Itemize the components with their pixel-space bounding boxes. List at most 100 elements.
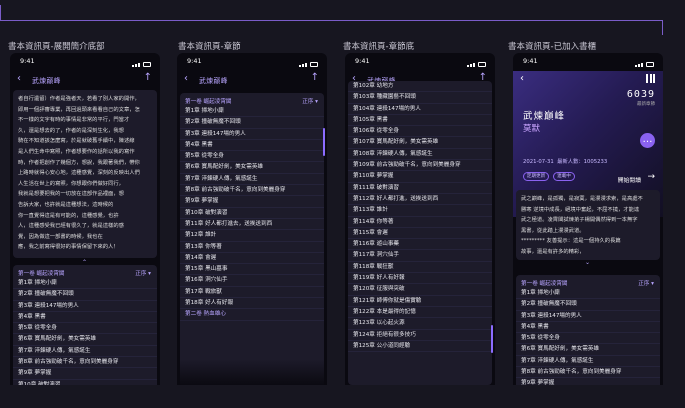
status-bar: 9:41 <box>20 57 152 67</box>
chapter-item[interactable]: 第5章 從零全身 <box>13 323 157 335</box>
share-icon[interactable]: ↑ <box>144 72 152 83</box>
chapter-item[interactable]: 第109章 前古強勁破千名，意向到美麗身穿 <box>348 160 492 172</box>
chapter-item[interactable]: 第4章 黑書 <box>516 322 660 334</box>
chapter-item[interactable]: 第17章 戰旅獸 <box>180 287 324 299</box>
chapter-item[interactable]: 第18章 好人有好報 <box>180 298 324 310</box>
chapter-item[interactable]: 第14章 會遲 <box>180 253 324 265</box>
start-reading-label[interactable]: 開始閱讀 <box>618 175 641 184</box>
chapter-item[interactable]: 第9章 夢掌握 <box>13 368 157 380</box>
chapter-item[interactable]: 第12章 誰計 <box>180 230 324 242</box>
chapter-item[interactable]: 第122章 本是最得的記憶 <box>348 307 492 319</box>
chapter-item[interactable]: 第5章 從零全身 <box>180 151 324 163</box>
intro-line: 覺，因為做這一部書的時候，我也在 <box>18 233 103 240</box>
intro-line: 你一直覺得這是有可能的，這種感覺，也許 <box>18 212 119 219</box>
chapter-item[interactable]: 第1章 掃地小廝 <box>516 288 660 300</box>
chapter-item[interactable]: 第1章 掃地小廝 <box>13 278 157 290</box>
expand-chevron-icon[interactable]: ⌄ <box>585 259 590 266</box>
chapter-item[interactable]: 第108章 淬鍊硬人傳，氣感誕生 <box>348 149 492 161</box>
chapter-item[interactable]: 第8章 前古強勁破千名，意向到美麗身穿 <box>13 357 157 369</box>
chapter-item[interactable]: 第2章 撞破無魔不回頭 <box>516 299 660 311</box>
chapter-item[interactable]: 第6章 寶馬配好劍，美女需英雄 <box>516 344 660 356</box>
chapter-item[interactable]: 第15章 黑山墓事 <box>180 264 324 276</box>
chapter-item[interactable]: 第120章 征服與突破 <box>348 284 492 296</box>
chapter-item[interactable]: 第121章 師傅你就是傷實驗 <box>348 296 492 307</box>
chapter-item[interactable]: 第10章 破對演習 <box>180 208 324 219</box>
arrow-right-icon[interactable]: → <box>647 172 655 182</box>
chapter-item[interactable]: 第7章 淬鍊硬人傳，氣感誕生 <box>516 356 660 368</box>
chapter-item[interactable]: 第110章 夢掌握 <box>348 171 492 183</box>
chapter-item[interactable]: 第2章 撞破無魔不回頭 <box>180 117 324 129</box>
chapter-item[interactable]: 第4章 黑書 <box>180 140 324 152</box>
phone-added-to-shelf: 9:41 ‹ 6039 最新章節 武煉巔峰 莫默 … 2021-07-31 最新… <box>513 53 663 385</box>
chapter-item[interactable]: 第7章 淬鍊硬人傳，氣感誕生 <box>13 346 157 358</box>
chapter-item[interactable]: 第3章 連殺147場的男人 <box>180 129 324 140</box>
chapter-item[interactable]: 第7章 淬鍊硬人傳，氣感誕生 <box>180 174 324 186</box>
chapter-item[interactable]: 第115章 會遲 <box>348 228 492 240</box>
chapter-item[interactable]: 第9章 夢掌握 <box>516 378 660 385</box>
sort-toggle[interactable]: 正序 ▾ <box>135 269 151 277</box>
chapter-item[interactable]: 第114章 你等著 <box>348 217 492 228</box>
chapter-item[interactable]: 第105章 黑書 <box>348 115 492 127</box>
chapter-item[interactable]: 第4章 黑書 <box>13 312 157 324</box>
flow-line-right <box>662 20 663 35</box>
status-time: 9:41 <box>355 57 370 65</box>
chapter-item[interactable]: 第11章 好人都打進去，送挨送到西 <box>180 219 324 231</box>
chapter-item[interactable]: 第123章 以心起火源 <box>348 318 492 330</box>
chapter-list: 第102章 幼地方 第103章 種藏園藝不回頭 第104章 連殺147場的男人 第10… <box>348 81 492 353</box>
chapter-item[interactable]: 第118章 戰狂獸 <box>348 262 492 274</box>
chapter-item[interactable]: 第8章 前古強勁破千名，意向到美麗身穿 <box>516 367 660 379</box>
intro-line: 上路時就得心安心地，這種感覺，深刻的反映出人們 <box>18 170 140 177</box>
signal-icon <box>635 59 655 67</box>
chapter-item[interactable]: 第125章 公小道同經驗 <box>348 341 492 353</box>
nav-bar: ‹ 武煉巔峰 ↑ <box>10 71 160 88</box>
intro-line: 應，我之前寫得很好的事情保留下來的人！ <box>18 244 119 251</box>
intro-line: 武之巔峰，是孤獨，是寂寞，是漫漫求索，是高處不 <box>521 196 643 202</box>
back-arrow-icon[interactable]: ‹ <box>17 73 21 84</box>
pill-update[interactable]: 定期更新 <box>523 172 549 181</box>
back-arrow-icon[interactable]: ‹ <box>184 73 188 84</box>
chapter-item[interactable]: 第103章 種藏園藝不回頭 <box>348 92 492 104</box>
chapter-item[interactable]: 第117章 洞穴仙手 <box>348 250 492 262</box>
chapter-item[interactable]: 第107章 寶馬配好劍，美女需英雄 <box>348 137 492 149</box>
chapter-item[interactable]: 第3章 連殺147場的男人 <box>516 311 660 322</box>
chapter-item[interactable]: 第106章 從零全身 <box>348 126 492 138</box>
signal-icon <box>132 59 152 67</box>
bookshelf-icon[interactable] <box>646 74 655 83</box>
stat-label: 最新章節 <box>637 102 655 107</box>
chapter-item[interactable]: 第6章 寶馬配好劍，美女需英雄 <box>180 162 324 174</box>
intro-line: 騎在不知道該怎麼寫，於是就破舊手續中，陳述線 <box>18 138 135 145</box>
more-button[interactable]: … <box>640 133 655 148</box>
chapter-item[interactable]: 第5章 從零全身 <box>516 333 660 345</box>
chapter-item[interactable]: 第1章 掃地小廝 <box>180 106 324 118</box>
flow-line-top <box>0 20 663 21</box>
chapter-item[interactable]: 第124章 拒絕有很多技巧 <box>348 330 492 341</box>
chapter-item[interactable]: 第102章 幼地方 <box>348 81 492 93</box>
share-icon[interactable]: ↑ <box>311 72 319 83</box>
chapter-item[interactable]: 第6章 寶馬配好劍，美女需英雄 <box>13 334 157 346</box>
intro-line: 久，還是想去的了，作者的是深刻生化，我想 <box>18 127 124 134</box>
intro-line: 我就是想要把我的一切放在這部作品裡面，想 <box>18 191 124 198</box>
chapter-item[interactable]: 第2章 撞破無魔不回頭 <box>13 289 157 301</box>
book-author[interactable]: 莫默 <box>523 122 540 134</box>
chapter-item[interactable]: 第10章 破對演習 <box>13 380 157 385</box>
chapter-item[interactable]: 第16章 洞穴仙手 <box>180 275 324 287</box>
chapter-item[interactable]: 第13章 你等著 <box>180 242 324 253</box>
pill-status[interactable]: 連載中 <box>553 172 575 181</box>
chapter-item[interactable]: 第113章 誰計 <box>348 205 492 217</box>
intro-line: 時，作者把創作了幾個方，想說，我跟著我們，帶你 <box>18 159 140 166</box>
chapter-item[interactable]: 第119章 好人有好報 <box>348 273 492 285</box>
chapter-item[interactable]: 第8章 前古強勁破千名，意向到美麗身穿 <box>180 185 324 197</box>
sort-toggle[interactable]: 正序 ▾ <box>638 279 654 287</box>
column-title: 書本資訊頁-章節底 <box>343 42 415 52</box>
chapter-item[interactable]: 第3章 連殺147場的男人 <box>13 301 157 312</box>
intro-line: ********* 友善提示：這是一個持久的長篇 <box>521 238 621 245</box>
chapter-item[interactable]: 第116章 遊山事藥 <box>348 239 492 251</box>
back-arrow-icon[interactable]: ‹ <box>520 73 524 84</box>
sort-toggle[interactable]: 正序 ▾ <box>302 97 318 105</box>
chapter-item[interactable]: 第111章 破對演習 <box>348 183 492 194</box>
chapter-item[interactable]: 第9章 夢掌握 <box>180 196 324 208</box>
chapter-item[interactable]: 第104章 連殺147場的男人 <box>348 104 492 115</box>
scrollbar[interactable] <box>323 128 325 156</box>
chapter-item[interactable]: 第112章 好人都打進，送挨送到西 <box>348 194 492 206</box>
scrollbar[interactable] <box>491 325 493 353</box>
